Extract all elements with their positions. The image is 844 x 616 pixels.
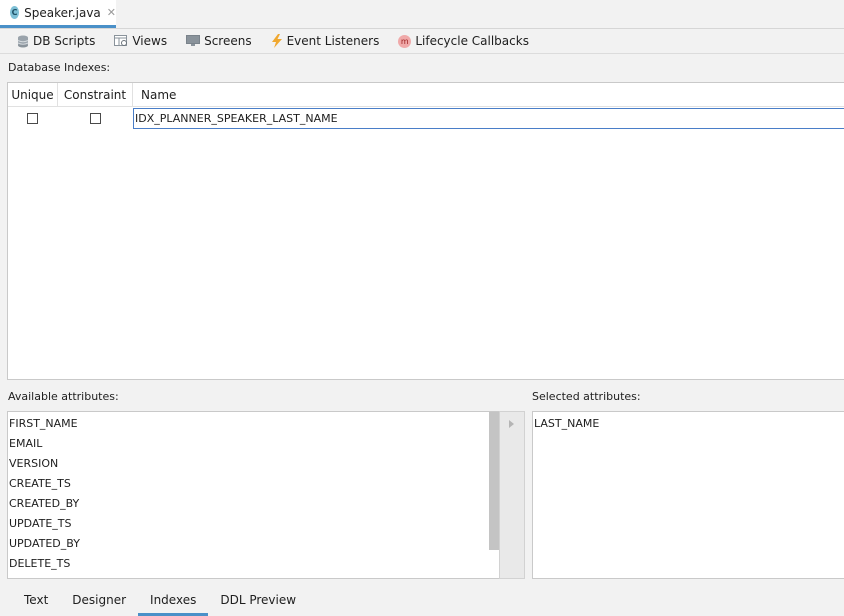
tab-text[interactable]: Text [0,588,60,613]
constraint-checkbox[interactable] [90,113,101,124]
lifecycle-callbacks-label: Lifecycle Callbacks [415,34,529,48]
event-listeners-label: Event Listeners [286,34,380,48]
indexes-table[interactable]: Unique Constraint Name IDX_PLANNER_SPEAK… [7,82,844,380]
available-attributes-list[interactable]: FIRST_NAME EMAIL VERSION CREATE_TS CREAT… [7,411,500,579]
screen-icon [186,35,201,46]
tab-ddl-preview[interactable]: DDL Preview [208,588,308,613]
column-header-name[interactable]: Name [133,83,844,107]
move-attribute-panel [499,411,525,579]
lifecycle-callbacks-button[interactable]: m Lifecycle Callbacks [398,34,529,48]
screens-button[interactable]: Screens [186,34,252,48]
list-item[interactable]: CREATE_TS [8,474,499,494]
list-item[interactable]: DELETE_TS [8,554,499,574]
editor-tab-label: Speaker.java [24,5,101,20]
views-icon [114,35,128,46]
column-header-unique[interactable]: Unique [8,83,58,107]
list-item[interactable]: EMAIL [8,434,499,454]
available-attributes-label: Available attributes: [8,390,119,403]
list-item[interactable]: CREATED_BY [8,494,499,514]
method-icon: m [398,34,412,48]
editor-tab-speaker-java[interactable]: C Speaker.java ✕ [0,0,116,28]
index-name-field[interactable]: IDX_PLANNER_SPEAKER_LAST_NAME [133,108,844,129]
list-item[interactable]: UPDATE_TS [8,514,499,534]
list-item[interactable]: FIRST_NAME [8,414,499,434]
database-icon [17,35,29,47]
views-button[interactable]: Views [114,34,167,48]
tab-designer[interactable]: Designer [60,588,138,613]
screens-label: Screens [204,34,252,48]
java-class-icon: C [10,6,20,19]
list-item[interactable]: VERSION [8,454,499,474]
list-item[interactable]: LAST_NAME [533,414,844,434]
close-icon[interactable]: ✕ [107,6,116,19]
move-right-arrow-icon[interactable] [509,420,514,428]
event-listeners-button[interactable]: Event Listeners [271,34,380,48]
tab-indexes[interactable]: Indexes [138,588,209,616]
lightning-icon [271,34,282,48]
views-label: Views [132,34,168,48]
editor-mode-tabs: Text Designer Indexes DDL Preview [0,588,844,616]
database-indexes-label: Database Indexes: [8,61,111,74]
db-scripts-label: DB Scripts [33,34,96,48]
db-scripts-button[interactable]: DB Scripts [17,34,95,48]
list-item[interactable]: UPDATED_BY [8,534,499,554]
selected-attributes-list[interactable]: LAST_NAME [532,411,844,579]
selected-attributes-label: Selected attributes: [532,390,641,403]
unique-checkbox[interactable] [27,113,38,124]
available-list-scrollbar[interactable] [489,412,499,550]
designer-toolbar: DB Scripts Views Screens Event Listeners… [0,29,844,54]
editor-tab-bar [0,0,844,29]
column-header-constraint[interactable]: Constraint [58,83,133,107]
